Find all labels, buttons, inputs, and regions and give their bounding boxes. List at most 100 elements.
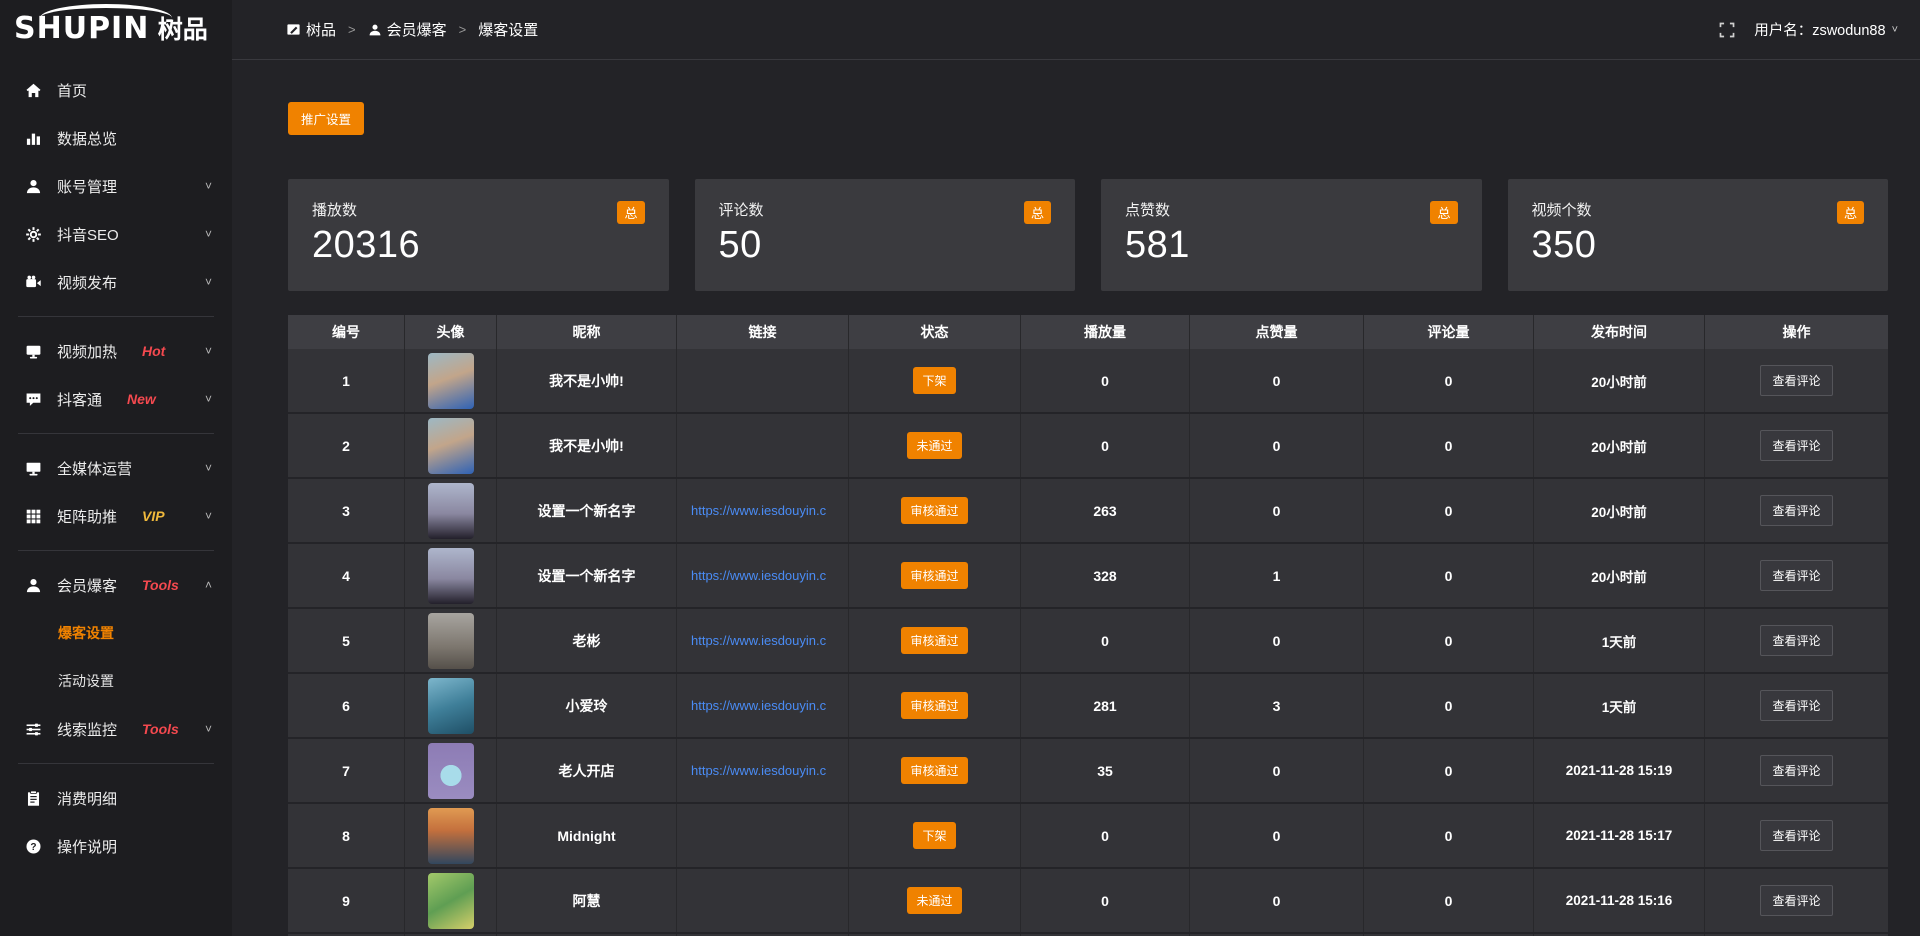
- publish-time: 2021-11-28 15:16: [1534, 869, 1705, 932]
- plays-count: 0: [1021, 869, 1190, 932]
- table-header-cell: 状态: [849, 315, 1021, 349]
- view-comments-button[interactable]: 查看评论: [1760, 365, 1832, 396]
- row-id: 6: [288, 674, 405, 737]
- table-row: 9阿慧未通过0002021-11-28 15:16查看评论: [288, 869, 1888, 934]
- sidebar-item-label: 操作说明: [57, 836, 117, 857]
- menu-divider: [18, 763, 214, 764]
- action-cell: 查看评论: [1705, 804, 1888, 867]
- nickname: 老彬: [497, 609, 677, 672]
- row-id: 4: [288, 544, 405, 607]
- view-comments-button[interactable]: 查看评论: [1760, 495, 1832, 526]
- view-comments-button[interactable]: 查看评论: [1760, 560, 1832, 591]
- status-badge: 审核通过: [901, 562, 967, 589]
- video-link[interactable]: https://www.iesdouyin.c: [677, 674, 849, 737]
- user-icon: [24, 178, 42, 195]
- stat-card: 点赞数581总: [1101, 179, 1482, 291]
- view-comments-button[interactable]: 查看评论: [1760, 625, 1832, 656]
- avatar: [428, 678, 474, 734]
- sidebar: SHUPIN 树品 首页数据总览账号管理˅抖音SEO˅视频发布˅ 视频加热Hot˅…: [0, 0, 232, 936]
- menu-badge: Tools: [142, 721, 179, 737]
- user-menu[interactable]: 用户名：zswodun88 ˅: [1754, 19, 1898, 40]
- status-cell: 下架: [849, 804, 1021, 867]
- comments-count: 0: [1364, 674, 1534, 737]
- breadcrumb: 树品>会员爆客>爆客设置: [286, 19, 538, 40]
- likes-count: 3: [1190, 674, 1364, 737]
- app-logo[interactable]: SHUPIN 树品: [0, 0, 232, 60]
- view-comments-button[interactable]: 查看评论: [1760, 755, 1832, 786]
- likes-count: 1: [1190, 544, 1364, 607]
- sidebar-item[interactable]: 全媒体运营˅: [0, 444, 232, 492]
- publish-time: 2021-11-28 15:17: [1534, 804, 1705, 867]
- sidebar-menu: 首页数据总览账号管理˅抖音SEO˅视频发布˅ 视频加热Hot˅抖客通New˅ 全媒体…: [0, 60, 232, 870]
- sidebar-item-label: 线索监控: [57, 719, 117, 740]
- breadcrumb-item[interactable]: 树品: [286, 19, 336, 40]
- status-cell: 未通过: [849, 869, 1021, 932]
- sidebar-item[interactable]: 视频加热Hot˅: [0, 327, 232, 375]
- comments-count: 0: [1364, 869, 1534, 932]
- stat-card-value: 350: [1532, 224, 1865, 267]
- data-table: 编号头像昵称链接状态播放量点赞量评论量发布时间操作1我不是小帅!下架00020小…: [288, 315, 1888, 936]
- breadcrumb-item[interactable]: 爆客设置: [478, 19, 538, 40]
- nickname: 我不是小帅!: [497, 349, 677, 412]
- table-row: 3设置一个新名字https://www.iesdouyin.c审核通过26300…: [288, 479, 1888, 544]
- video-link-empty: [677, 804, 849, 867]
- video-link[interactable]: https://www.iesdouyin.c: [677, 739, 849, 802]
- action-cell: 查看评论: [1705, 869, 1888, 932]
- sidebar-subitem[interactable]: 活动设置: [0, 657, 232, 705]
- sidebar-item[interactable]: 抖音SEO˅: [0, 210, 232, 258]
- breadcrumb-item[interactable]: 会员爆客: [368, 19, 447, 40]
- view-comments-button[interactable]: 查看评论: [1760, 690, 1832, 721]
- view-comments-button[interactable]: 查看评论: [1760, 885, 1832, 916]
- sidebar-item[interactable]: 线索监控Tools˅: [0, 705, 232, 753]
- action-cell: 查看评论: [1705, 674, 1888, 737]
- stat-card-value: 50: [719, 224, 1052, 267]
- view-comments-button[interactable]: 查看评论: [1760, 430, 1832, 461]
- avatar: [428, 353, 474, 409]
- logo-text-cn: 树品: [158, 16, 208, 44]
- menu-badge: Tools: [142, 577, 179, 593]
- sidebar-item-label: 数据总览: [57, 128, 117, 149]
- plays-count: 281: [1021, 674, 1190, 737]
- sidebar-item[interactable]: 矩阵助推VIP˅: [0, 492, 232, 540]
- chevron-down-icon: ˅: [1892, 24, 1898, 36]
- status-cell: 审核通过: [849, 609, 1021, 672]
- sidebar-item[interactable]: 抖客通New˅: [0, 375, 232, 423]
- video-link-empty: [677, 869, 849, 932]
- publish-time: 20小时前: [1534, 479, 1705, 542]
- status-badge: 审核通过: [901, 692, 967, 719]
- sidebar-item[interactable]: 视频发布˅: [0, 258, 232, 306]
- plays-count: 0: [1021, 349, 1190, 412]
- sidebar-item[interactable]: 首页: [0, 66, 232, 114]
- chevron-down-icon: ˅: [205, 461, 212, 475]
- video-link[interactable]: https://www.iesdouyin.c: [677, 479, 849, 542]
- sidebar-item[interactable]: 账号管理˅: [0, 162, 232, 210]
- total-badge: 总: [1837, 201, 1864, 224]
- table-header-cell: 编号: [288, 315, 405, 349]
- sidebar-item[interactable]: 会员爆客Tools˄: [0, 561, 232, 609]
- chevron-down-icon: ˅: [205, 344, 212, 358]
- view-comments-button[interactable]: 查看评论: [1760, 820, 1832, 851]
- avatar: [428, 613, 474, 669]
- sidebar-item[interactable]: 消费明细: [0, 774, 232, 822]
- table-header-cell: 昵称: [497, 315, 677, 349]
- row-id: 8: [288, 804, 405, 867]
- logo-arc-icon: [40, 4, 172, 18]
- comments-count: 0: [1364, 349, 1534, 412]
- video-link[interactable]: https://www.iesdouyin.c: [677, 609, 849, 672]
- grid-icon: [24, 508, 42, 525]
- avatar: [428, 808, 474, 864]
- username-label: 用户名：zswodun88: [1754, 19, 1885, 40]
- promo-settings-button[interactable]: 推广设置: [288, 102, 364, 135]
- menu-divider: [18, 550, 214, 551]
- table-row: 4设置一个新名字https://www.iesdouyin.c审核通过32810…: [288, 544, 1888, 609]
- sidebar-item[interactable]: 数据总览: [0, 114, 232, 162]
- sidebar-item[interactable]: ?操作说明: [0, 822, 232, 870]
- action-cell: 查看评论: [1705, 479, 1888, 542]
- fullscreen-icon[interactable]: [1718, 21, 1736, 39]
- publish-time: 20小时前: [1534, 544, 1705, 607]
- sidebar-item-label: 矩阵助推: [57, 506, 117, 527]
- video-link[interactable]: https://www.iesdouyin.c: [677, 544, 849, 607]
- sliders-icon: [24, 721, 42, 738]
- sidebar-subitem[interactable]: 爆客设置: [0, 609, 232, 657]
- row-id: 1: [288, 349, 405, 412]
